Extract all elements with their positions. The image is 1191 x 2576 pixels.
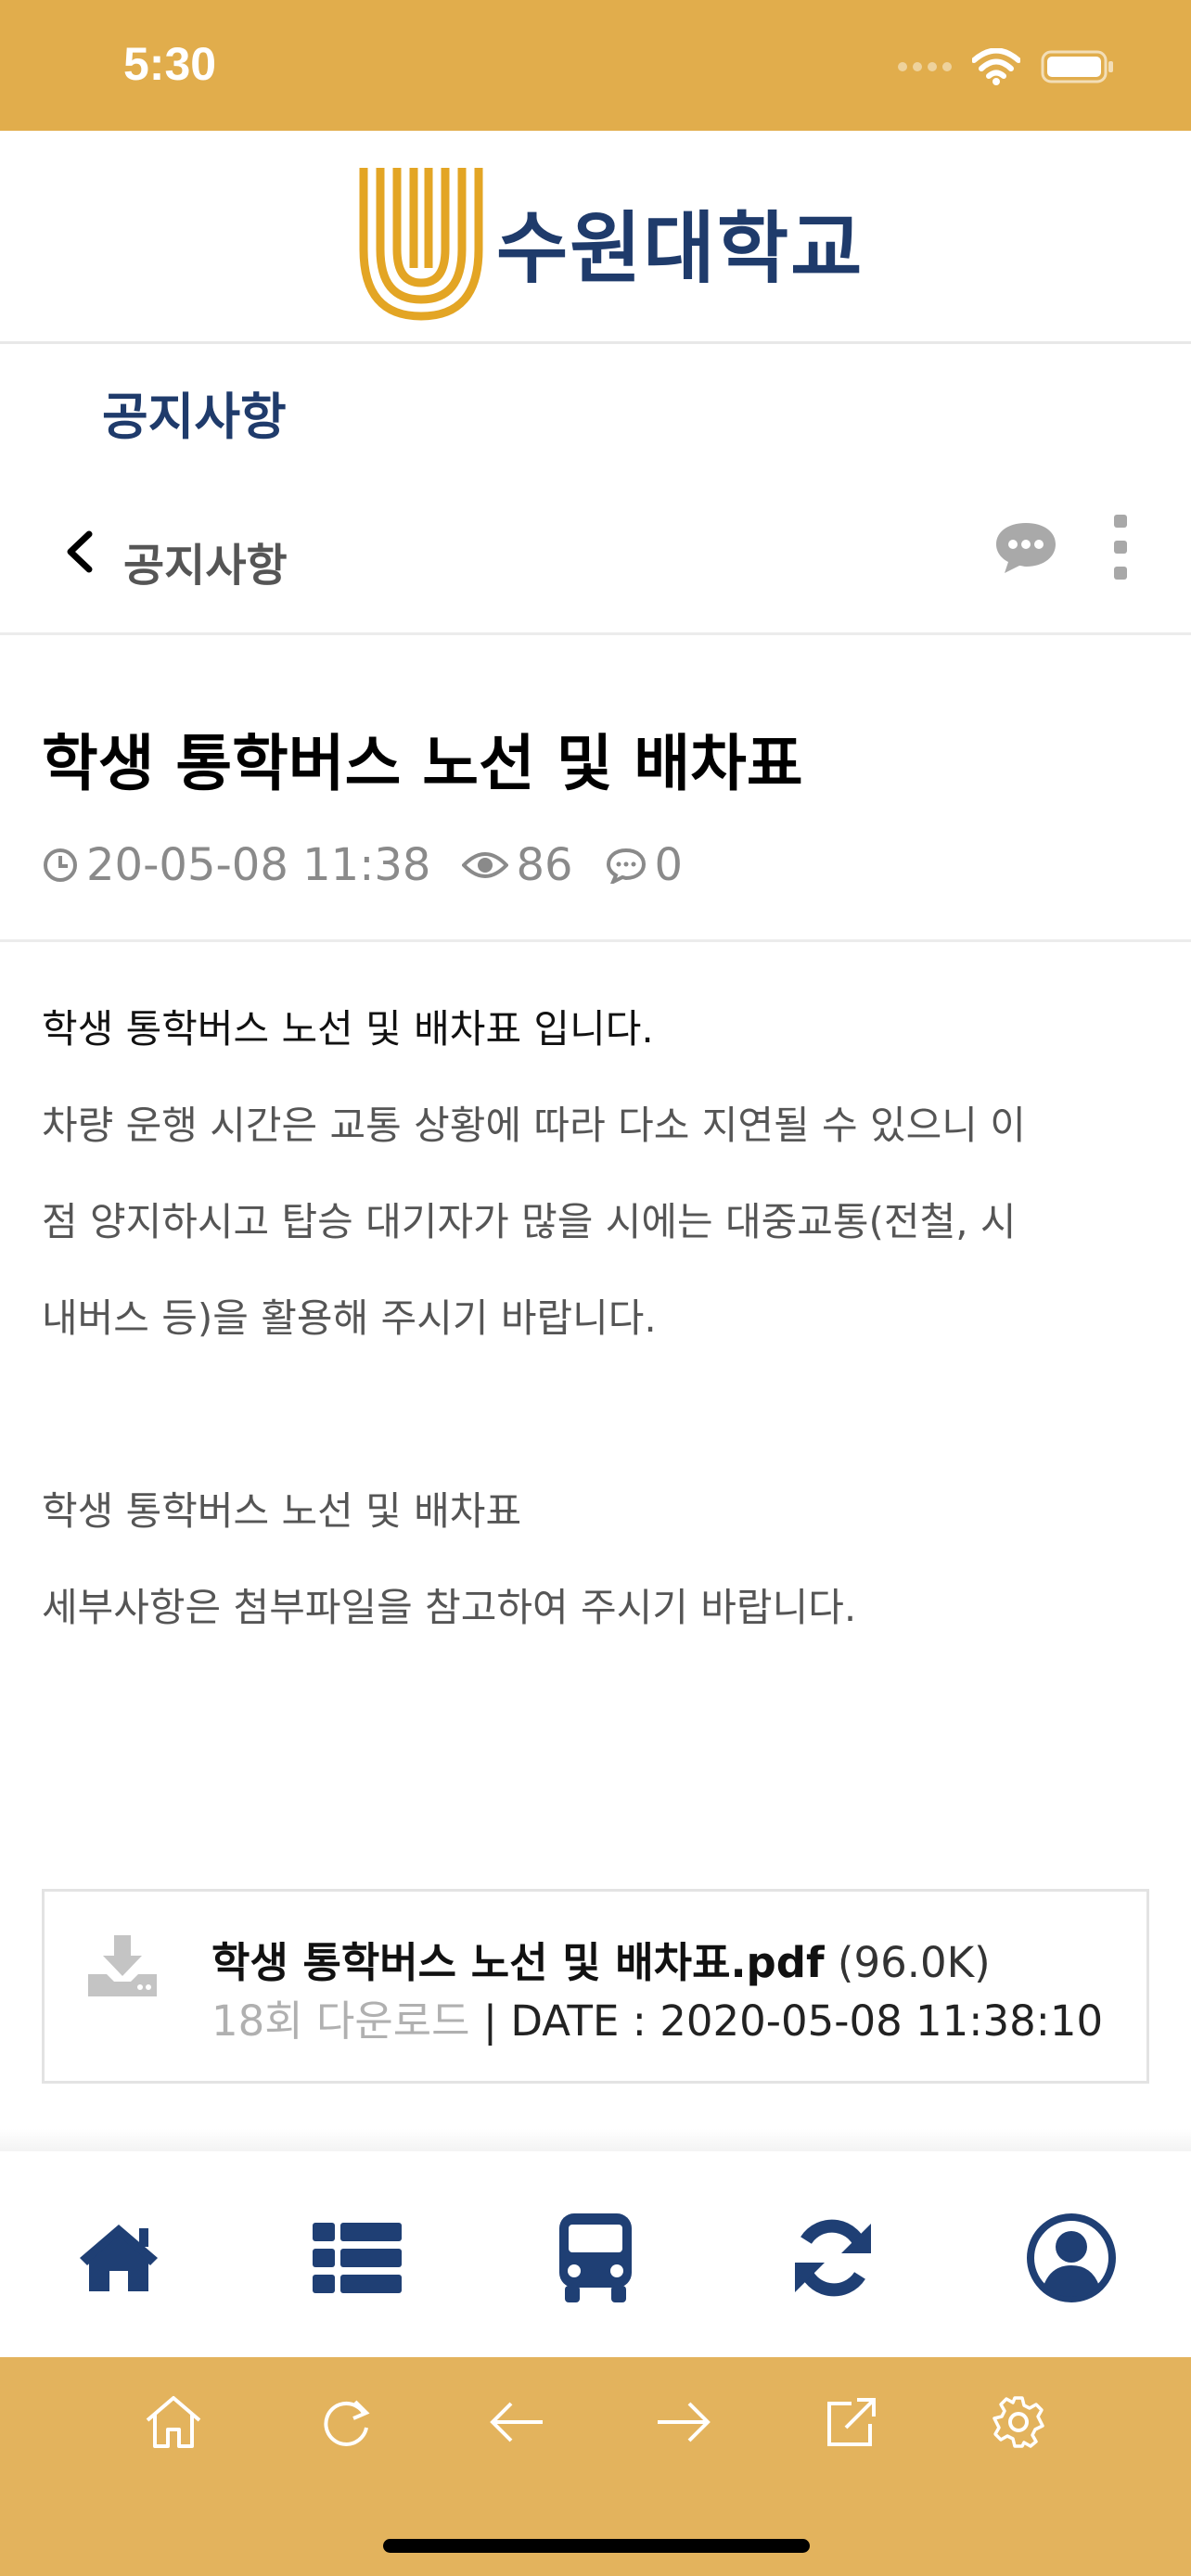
bus-icon: [559, 2213, 632, 2302]
list-icon: [313, 2223, 402, 2293]
browser-reload-button[interactable]: [309, 2385, 383, 2459]
status-bar: 5:30: [0, 0, 1191, 131]
attachment-download-count: 18회 다운로드: [211, 1996, 470, 2046]
browser-share-button[interactable]: [814, 2385, 889, 2459]
back-arrow-icon: [490, 2402, 543, 2442]
nav-title: 공지사항: [123, 540, 288, 592]
attachment-size: (96.0K): [837, 1938, 991, 1987]
university-logo-icon: [359, 168, 483, 321]
attachment-info-row: 18회 다운로드 | DATE : 2020-05-08 11:38:10: [211, 1987, 1103, 2047]
eye-icon: [462, 852, 509, 878]
attachment-filename[interactable]: 학생 통학버스 노선 및 배차표.pdf: [211, 1938, 825, 1987]
profile-icon: [1027, 2213, 1116, 2302]
post-date-text: 20-05-08 11:38: [86, 839, 431, 891]
settings-icon: [992, 2396, 1044, 2448]
divider: [0, 939, 1191, 942]
attachment-separator: |: [482, 1996, 498, 2046]
comment-icon[interactable]: [992, 519, 1059, 577]
post-views: 86: [462, 839, 573, 891]
body-line: [42, 1378, 1155, 1474]
wifi-icon: [972, 48, 1020, 85]
chevron-left-icon: [67, 530, 93, 573]
signal-icon: [898, 62, 952, 71]
forward-arrow-icon: [658, 2402, 711, 2442]
tab-list[interactable]: [306, 2207, 408, 2309]
comment-count-icon: [606, 848, 646, 884]
body-line: 학생 통학버스 노선 및 배차표: [42, 1488, 522, 1534]
more-options-icon[interactable]: [1108, 515, 1133, 580]
browser-back-button[interactable]: [480, 2385, 554, 2459]
tab-refresh[interactable]: [782, 2207, 884, 2309]
tab-profile[interactable]: [1020, 2207, 1122, 2309]
browser-forward-button[interactable]: [647, 2385, 721, 2459]
attachment-name-row: 학생 통학버스 노선 및 배차표.pdf (96.0K): [211, 1929, 991, 1989]
section-title: 공지사항: [102, 388, 287, 446]
logo-text: 수원대학교: [496, 203, 864, 294]
body-line: 차량 운행 시간은 교통 상황에 따라 다소 지연될 수 있으니 이: [42, 1103, 1026, 1148]
post-title: 학생 통학버스 노선 및 배차표: [42, 728, 803, 799]
clock-icon: [44, 848, 77, 882]
back-button[interactable]: [51, 519, 107, 584]
tab-bar-shadow: [0, 2129, 1191, 2151]
body-line: 세부사항은 첨부파일을 참고하여 주시기 바랍니다.: [42, 1585, 857, 1630]
refresh-icon: [795, 2219, 871, 2297]
download-icon: [88, 1935, 157, 1996]
attachment-box[interactable]: 학생 통학버스 노선 및 배차표.pdf (96.0K) 18회 다운로드 | …: [42, 1889, 1149, 2084]
battery-icon: [1041, 50, 1113, 83]
nav-row: 공지사항: [0, 496, 1191, 635]
home-icon: [146, 2396, 201, 2448]
body-line: 학생 통학버스 노선 및 배차표 입니다.: [42, 1006, 654, 1052]
post-body: 학생 통학버스 노선 및 배차표 입니다. 차량 운행 시간은 교통 상황에 따…: [42, 992, 1155, 1667]
status-time: 5:30: [123, 38, 217, 90]
tab-bus[interactable]: [544, 2207, 647, 2309]
status-icons: [898, 46, 1115, 87]
body-line: 내버스 등)을 활용해 주시기 바랍니다.: [42, 1295, 657, 1341]
tab-home[interactable]: [68, 2207, 170, 2309]
body-line: 점 양지하시고 탑승 대기자가 많을 시에는 대중교통(전철, 시: [42, 1199, 1017, 1244]
attachment-date: DATE : 2020-05-08 11:38:10: [510, 1996, 1104, 2046]
tab-bar: [0, 2151, 1191, 2357]
post-comments: 0: [605, 839, 684, 891]
post-date: 20-05-08 11:38: [42, 839, 430, 891]
home-icon: [80, 2225, 158, 2291]
post-meta: 20-05-08 11:38 86 0: [42, 837, 714, 893]
browser-settings-button[interactable]: [981, 2385, 1056, 2459]
logo-header: 수원대학교: [0, 131, 1191, 344]
reload-icon: [324, 2400, 370, 2446]
browser-home-button[interactable]: [136, 2385, 211, 2459]
home-indicator[interactable]: [383, 2539, 810, 2553]
share-icon: [827, 2398, 876, 2446]
post-views-count: 86: [516, 839, 573, 891]
post-comments-count: 0: [654, 839, 684, 891]
